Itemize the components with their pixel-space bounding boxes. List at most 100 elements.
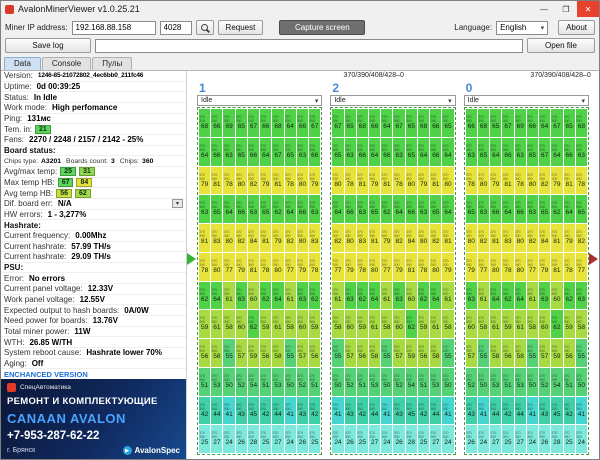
- chip-frequency: 370 390: [551, 144, 562, 152]
- board-err-dropdown-icon[interactable]: ▾: [172, 199, 183, 208]
- ip-address-input[interactable]: [72, 21, 156, 35]
- chip-cell: 370 39063: [576, 282, 587, 310]
- chip-cell: 370 39044: [211, 397, 222, 425]
- chip-cell: 370 39066: [430, 138, 441, 166]
- open-file-button[interactable]: Open file: [527, 38, 595, 53]
- info-row: Current frequency:0.00Mhz: [1, 231, 186, 242]
- chip-cell: 370 39081: [199, 224, 210, 252]
- chip-cell: 370 39027: [515, 425, 526, 453]
- chip-frequency: 370 390: [490, 201, 501, 209]
- board-mode-select[interactable]: Idle▾: [197, 95, 322, 106]
- next-arrow-icon[interactable]: [589, 253, 598, 265]
- chip-temperature: 60: [553, 297, 560, 304]
- chip-temperature: 65: [432, 210, 439, 217]
- maximize-button[interactable]: ❐: [555, 1, 577, 17]
- language-select[interactable]: English ▾: [496, 21, 548, 35]
- info-value: 11W: [74, 327, 90, 336]
- board-mode-select[interactable]: Idle▾: [330, 95, 455, 106]
- chip-frequency: 370 390: [272, 259, 283, 267]
- chip-frequency: 370 390: [418, 431, 429, 439]
- chip-temperature: 68: [480, 124, 487, 131]
- tab-пулы[interactable]: Пулы: [92, 57, 132, 70]
- close-button[interactable]: ✕: [577, 1, 599, 17]
- chip-cell: 370 39064: [418, 138, 429, 166]
- chip-frequency: 370 390: [466, 259, 477, 267]
- capture-screen-button[interactable]: Capture screen: [279, 20, 365, 35]
- chip-temperature: 80: [225, 239, 232, 246]
- chip-temperature: 62: [420, 297, 427, 304]
- chip-frequency: 370 390: [260, 431, 271, 439]
- chevron-down-icon: ▾: [541, 24, 545, 32]
- port-input[interactable]: [160, 21, 192, 35]
- chip-temperature: 82: [578, 239, 585, 246]
- banner-telegram-handle[interactable]: ▶ AvalonSpec: [123, 446, 181, 455]
- chip-cell: 370 39058: [369, 339, 380, 367]
- board-mode-select[interactable]: Idle▾: [464, 95, 589, 106]
- chip-frequency: 370 390: [309, 230, 320, 238]
- chip-temperature: 61: [444, 297, 451, 304]
- chip-temperature: 24: [480, 440, 487, 447]
- chip-frequency: 370 390: [260, 201, 271, 209]
- chip-temperature: 78: [395, 182, 402, 189]
- chip-cell: 370 39082: [248, 167, 259, 195]
- chip-frequency: 370 390: [260, 230, 271, 238]
- chip-temperature: 41: [334, 412, 341, 419]
- tab-console[interactable]: Console: [42, 57, 91, 70]
- enhanced-version-link[interactable]: ENCHANCED VERSION: [1, 369, 186, 379]
- info-label: Current hashrate:: [4, 252, 66, 261]
- chip-frequency: 370 390: [515, 316, 526, 324]
- chip-cell: 370 39064: [564, 195, 575, 223]
- chip-temperature: 26: [468, 440, 475, 447]
- chip-frequency: 370 390: [406, 345, 417, 353]
- chip-cell: 370 39059: [551, 339, 562, 367]
- chip-frequency: 370 390: [309, 259, 320, 267]
- chip-cell: 370 39057: [539, 339, 550, 367]
- chip-temperature: 61: [480, 297, 487, 304]
- chip-temperature: 67: [250, 124, 257, 131]
- chip-temperature: 62: [504, 297, 511, 304]
- chip-temperature: 66: [566, 153, 573, 160]
- info-label: Boards count:: [66, 158, 108, 165]
- chip-cell: 370 39055: [576, 339, 587, 367]
- chip-temperature: 63: [311, 210, 318, 217]
- chip-frequency: 370 390: [285, 374, 296, 382]
- chip-frequency: 370 390: [223, 173, 234, 181]
- chip-cell: 370 39081: [357, 167, 368, 195]
- chip-frequency: 370 390: [430, 345, 441, 353]
- chip-temperature: 77: [480, 268, 487, 275]
- chip-temperature: 63: [578, 297, 585, 304]
- ad-banner[interactable]: СпецАвтоматика РЕМОНТ И КОМПЛЕКТУЮЩИЕ CA…: [1, 379, 186, 459]
- info-value: No errors: [29, 274, 65, 283]
- chip-frequency: 370 390: [393, 201, 404, 209]
- chip-temperature: 61: [371, 325, 378, 332]
- chip-temperature: 65: [334, 153, 341, 160]
- chip-frequency: 370 390: [551, 316, 562, 324]
- chip-cell: 370 39079: [272, 224, 283, 252]
- chip-frequency: 370 390: [285, 431, 296, 439]
- chip-cell: 370 39062: [309, 282, 320, 310]
- chip-cell: 370 39078: [576, 167, 587, 195]
- minimize-button[interactable]: —: [533, 1, 555, 17]
- prev-arrow-icon[interactable]: [187, 253, 196, 265]
- chip-cell: 370 39079: [418, 167, 429, 195]
- chip-cell: 370 39081: [211, 167, 222, 195]
- log-path-field[interactable]: [95, 39, 523, 53]
- chip-cell: 370 39064: [502, 195, 513, 223]
- search-button[interactable]: [196, 20, 214, 35]
- chip-temperature: 81: [359, 182, 366, 189]
- chip-frequency: 370 390: [430, 288, 441, 296]
- info-value: Off: [32, 359, 44, 368]
- about-button[interactable]: About: [558, 20, 595, 35]
- tab-data[interactable]: Data: [4, 57, 41, 70]
- save-log-button[interactable]: Save log: [5, 38, 91, 53]
- request-button[interactable]: Request: [218, 20, 264, 35]
- board-column-1: 1Idle▾370 39068370 39066370 39069370 390…: [197, 82, 322, 455]
- chip-temperature: 61: [492, 325, 499, 332]
- chip-frequency: 370 390: [345, 316, 356, 324]
- chip-temperature: 28: [553, 440, 560, 447]
- chip-frequency: 370 390: [248, 403, 259, 411]
- chip-frequency: 370 390: [223, 345, 234, 353]
- chip-temperature: 79: [238, 268, 245, 275]
- chip-cell: 370 39082: [393, 224, 404, 252]
- chip-temperature: 66: [432, 153, 439, 160]
